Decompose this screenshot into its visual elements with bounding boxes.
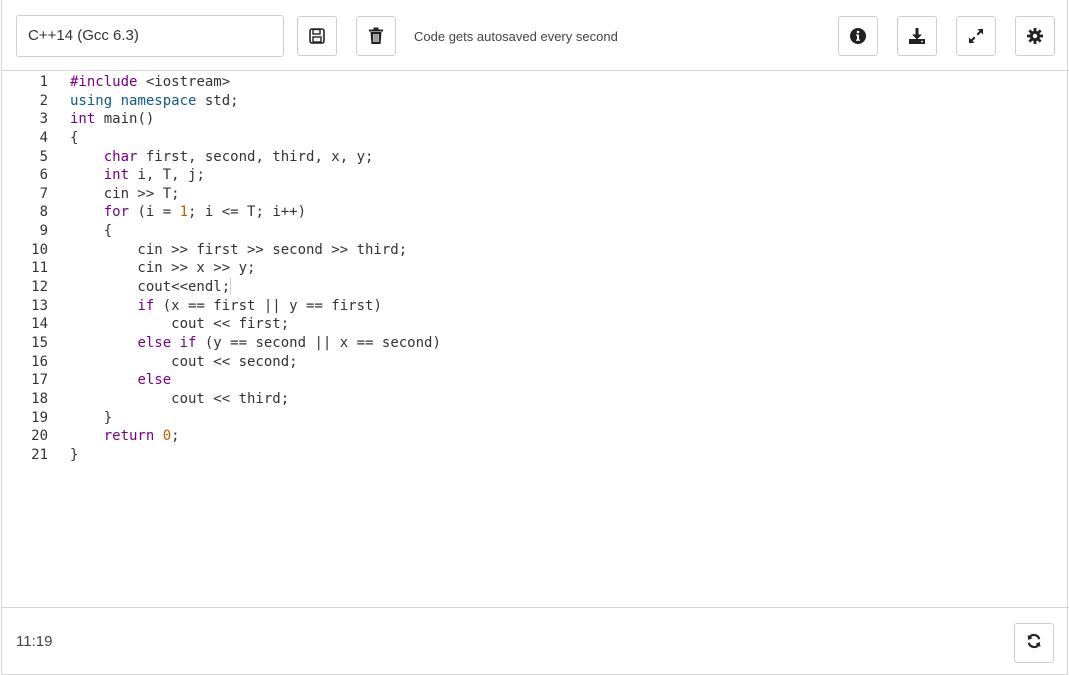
line-number: 4 xyxy=(39,129,48,146)
language-select[interactable]: C++14 (Gcc 6.3) xyxy=(16,15,284,57)
save-icon xyxy=(308,27,326,45)
code-line[interactable]: 6 int i, T, j; xyxy=(2,166,441,185)
editor-toolbar: C++14 (Gcc 6.3) Code gets autosaved ever… xyxy=(2,0,1069,71)
line-number: 15 xyxy=(31,334,48,351)
line-code[interactable]: for (i = 1; i <= T; i++) xyxy=(48,203,306,222)
code-line[interactable]: 1 #include <iostream> xyxy=(2,73,441,92)
code-line[interactable]: 5 char first, second, third, x, y; xyxy=(2,148,441,167)
code-editor[interactable]: 1 #include <iostream> 2 using namespace std… xyxy=(2,72,1069,607)
code-line[interactable]: 3 int main() xyxy=(2,110,441,129)
line-number: 6 xyxy=(39,167,48,184)
line-number: 12 xyxy=(31,279,48,296)
reset-button[interactable] xyxy=(1014,623,1054,663)
line-number: 9 xyxy=(39,223,48,240)
fullscreen-button[interactable] xyxy=(956,16,996,56)
line-code[interactable]: } xyxy=(48,446,78,465)
autosave-notice: Code gets autosaved every second xyxy=(414,29,618,44)
code-line[interactable]: 21} xyxy=(2,446,441,465)
code-line[interactable]: 13 if (x == first || y == first) xyxy=(2,297,441,316)
line-code[interactable]: else if (y == second || x == second) xyxy=(48,334,440,353)
line-code[interactable]: cin >> x >> y; xyxy=(48,259,255,278)
line-number: 17 xyxy=(31,372,48,389)
line-number: 21 xyxy=(31,446,48,463)
trash-icon xyxy=(368,27,384,45)
line-code[interactable]: { xyxy=(48,129,78,148)
line-code[interactable]: cout<<endl; xyxy=(48,278,232,297)
code-editor-panel: C++14 (Gcc 6.3) Code gets autosaved ever… xyxy=(1,0,1069,675)
info-button[interactable] xyxy=(838,16,878,56)
code-line[interactable]: 2 using namespace std; xyxy=(2,92,441,111)
line-number: 16 xyxy=(31,353,48,370)
line-code[interactable]: } xyxy=(48,409,112,428)
line-number: 8 xyxy=(39,204,48,221)
line-number: 10 xyxy=(31,241,48,258)
line-code[interactable]: cout << second; xyxy=(48,353,297,372)
line-code[interactable]: cin >> first >> second >> third; xyxy=(48,241,407,260)
code-line[interactable]: 14 cout << first; xyxy=(2,315,441,334)
code-line[interactable]: 15 else if (y == second || x == second) xyxy=(2,334,441,353)
line-code[interactable]: else xyxy=(48,371,171,390)
line-number: 13 xyxy=(31,297,48,314)
code-line[interactable]: 7 cin >> T; xyxy=(2,185,441,204)
info-icon xyxy=(849,27,867,45)
code-line[interactable]: 9 { xyxy=(2,222,441,241)
editor-footer: 11:19 xyxy=(2,607,1069,675)
code-line[interactable]: 18 cout << third; xyxy=(2,390,441,409)
code-line[interactable]: 4{ xyxy=(2,129,441,148)
code-line[interactable]: 10 cin >> first >> second >> third; xyxy=(2,241,441,260)
line-code[interactable]: cin >> T; xyxy=(48,185,180,204)
save-button[interactable] xyxy=(297,16,337,56)
line-number: 20 xyxy=(31,428,48,445)
line-code[interactable]: cout << first; xyxy=(48,315,289,334)
refresh-icon xyxy=(1026,633,1042,654)
line-code[interactable]: return 0; xyxy=(48,427,180,446)
gear-icon xyxy=(1026,27,1044,45)
line-number: 11 xyxy=(31,260,48,277)
code-line[interactable]: 20 return 0; xyxy=(2,427,441,446)
line-number: 5 xyxy=(39,148,48,165)
expand-icon xyxy=(967,27,985,45)
line-number: 3 xyxy=(39,111,48,128)
cursor-position: 11:19 xyxy=(16,633,53,650)
text-cursor xyxy=(230,278,232,295)
line-number: 1 xyxy=(39,74,48,90)
line-number: 18 xyxy=(31,390,48,407)
line-code[interactable]: if (x == first || y == first) xyxy=(48,297,381,316)
code-line[interactable]: 19 } xyxy=(2,409,441,428)
line-code[interactable]: #include <iostream> xyxy=(48,73,230,92)
code-line[interactable]: 12 cout<<endl; xyxy=(2,278,441,297)
download-icon xyxy=(908,27,926,45)
delete-button[interactable] xyxy=(356,16,396,56)
line-number: 7 xyxy=(39,185,48,202)
code-line[interactable]: 16 cout << second; xyxy=(2,353,441,372)
line-code[interactable]: { xyxy=(48,222,112,241)
line-number: 14 xyxy=(31,316,48,333)
settings-button[interactable] xyxy=(1015,16,1055,56)
line-number: 2 xyxy=(39,92,48,109)
line-code[interactable]: int i, T, j; xyxy=(48,166,205,185)
download-button[interactable] xyxy=(897,16,937,56)
code-lines[interactable]: 1 #include <iostream> 2 using namespace std… xyxy=(2,73,441,464)
line-code[interactable]: char first, second, third, x, y; xyxy=(48,148,374,167)
code-line[interactable]: 8 for (i = 1; i <= T; i++) xyxy=(2,203,441,222)
line-number: 19 xyxy=(31,409,48,426)
code-line[interactable]: 11 cin >> x >> y; xyxy=(2,259,441,278)
line-code[interactable]: cout << third; xyxy=(48,390,289,409)
code-line[interactable]: 17 else xyxy=(2,371,441,390)
line-code[interactable]: int main() xyxy=(48,110,154,129)
line-code[interactable]: using namespace std; xyxy=(48,92,239,111)
